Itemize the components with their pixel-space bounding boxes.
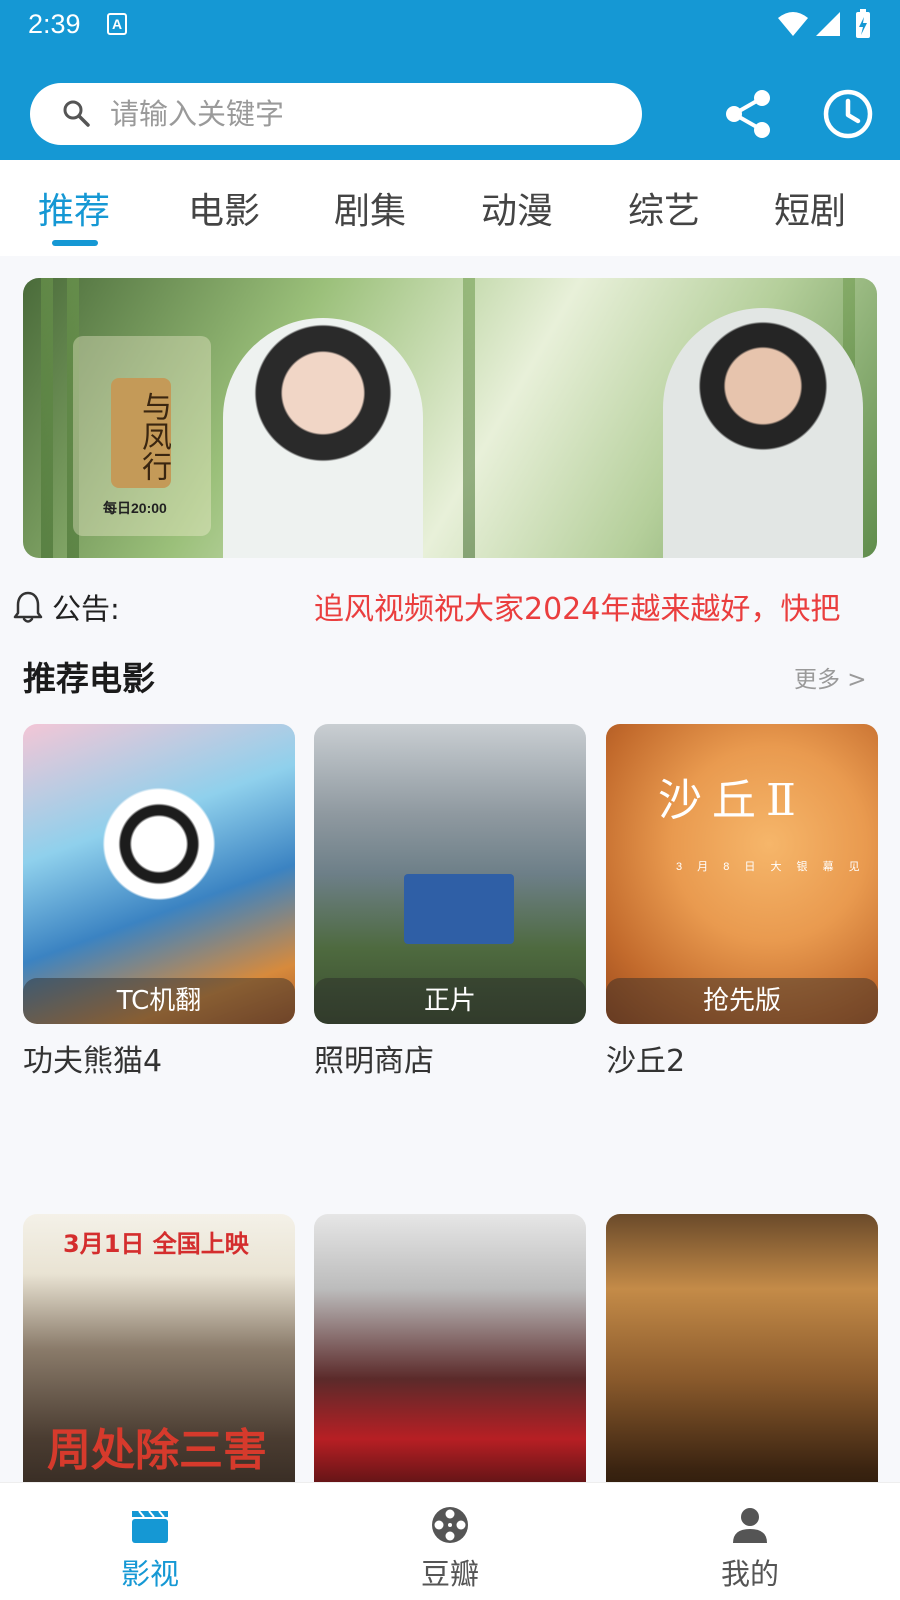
movie-card[interactable]: TC机翻 功夫熊猫4 — [23, 724, 295, 1080]
banner-airtime: 每日20:00 — [103, 500, 167, 516]
system-status-icons — [778, 9, 870, 38]
wifi-icon — [778, 12, 808, 36]
app-root: 2:39 A 请输入关键字 推荐 电影 剧集 动漫 综艺 短剧 与凤行 每日20… — [0, 0, 900, 1600]
tab-short-drama[interactable]: 短剧 — [774, 182, 846, 234]
tab-movies[interactable]: 电影 — [188, 182, 260, 234]
category-tabs: 推荐 电影 剧集 动漫 综艺 短剧 — [0, 160, 900, 256]
poster-date-text: 3 月 8 日 大 银 幕 见 — [676, 861, 866, 873]
nav-item-profile[interactable]: 我的 — [600, 1483, 900, 1600]
quality-badge: TC机翻 — [23, 978, 295, 1024]
nav-item-movies[interactable]: 影视 — [0, 1483, 300, 1600]
quality-badge: 正片 — [314, 978, 586, 1024]
notification-a-icon: A — [107, 13, 127, 35]
quality-badge: 抢先版 — [606, 978, 878, 1024]
banner-decoration — [463, 278, 475, 558]
movie-poster: 正片 — [314, 724, 586, 1024]
banner-decoration — [41, 278, 53, 558]
section-title: 推荐电影 — [23, 659, 155, 698]
nav-label: 豆瓣 — [420, 1557, 479, 1591]
banner-carousel[interactable]: 与凤行 每日20:00 — [23, 278, 877, 558]
nav-label: 影视 — [120, 1557, 179, 1591]
announcement-text: 追风视频祝大家2024年越来越好，快把 — [314, 592, 841, 627]
nav-item-douban[interactable]: 豆瓣 — [300, 1483, 600, 1600]
movie-poster — [606, 1214, 878, 1514]
status-bar: 2:39 A — [0, 0, 900, 50]
clapperboard-icon — [132, 1510, 168, 1543]
film-reel-icon — [432, 1507, 468, 1543]
banner-title: 与凤行 — [111, 378, 171, 488]
movie-title: 照明商店 — [314, 1044, 434, 1079]
poster-table-graphic — [404, 874, 514, 944]
movie-poster: TC机翻 — [23, 724, 295, 1024]
search-icon — [63, 100, 90, 127]
tab-recommend[interactable]: 推荐 — [38, 182, 110, 234]
top-header: 2:39 A — [0, 0, 900, 160]
movie-poster: 3月1日 全国上映 周处除三害 — [23, 1214, 295, 1514]
banner-figure-left — [223, 318, 423, 558]
announcement-label: 公告: — [52, 592, 120, 626]
signal-icon — [816, 12, 840, 36]
movie-card[interactable] — [314, 1214, 586, 1514]
poster-title-text: 周处除三害 — [47, 1425, 267, 1476]
search-input[interactable] — [110, 93, 610, 135]
movie-poster — [314, 1214, 586, 1514]
search-bar[interactable] — [30, 83, 642, 145]
tab-variety[interactable]: 综艺 — [628, 182, 700, 234]
bell-icon — [13, 591, 43, 623]
nav-label: 我的 — [720, 1557, 779, 1591]
banner-figure-right — [663, 308, 863, 558]
movie-card[interactable] — [606, 1214, 878, 1514]
movie-poster: 沙丘Ⅱ 3 月 8 日 大 银 幕 见 抢先版 — [606, 724, 878, 1024]
poster-release-text: 3月1日 全国上映 — [63, 1230, 249, 1258]
movie-card[interactable]: 沙丘Ⅱ 3 月 8 日 大 银 幕 见 抢先版 沙丘2 — [606, 724, 878, 1080]
movie-card[interactable]: 正片 照明商店 — [314, 724, 586, 1080]
status-time: 2:39 — [28, 9, 81, 39]
bottom-navigation: 影视 豆瓣 我的 — [0, 1482, 900, 1600]
more-link[interactable]: 更多 > — [794, 660, 867, 694]
share-icon[interactable] — [722, 88, 774, 140]
tab-series[interactable]: 剧集 — [334, 182, 406, 234]
battery-icon — [856, 9, 870, 38]
poster-title-text: 沙丘Ⅱ — [658, 775, 806, 826]
clock-icon[interactable] — [822, 88, 874, 140]
active-tab-indicator — [52, 240, 98, 246]
movie-card[interactable]: 3月1日 全国上映 周处除三害 — [23, 1214, 295, 1514]
movie-title: 功夫熊猫4 — [23, 1044, 163, 1079]
user-icon — [733, 1508, 767, 1543]
movie-title: 沙丘2 — [606, 1044, 686, 1079]
tab-anime[interactable]: 动漫 — [481, 182, 553, 234]
announcement-bar: 公告: 追风视频祝大家2024年越来越好，快把 — [0, 578, 900, 634]
